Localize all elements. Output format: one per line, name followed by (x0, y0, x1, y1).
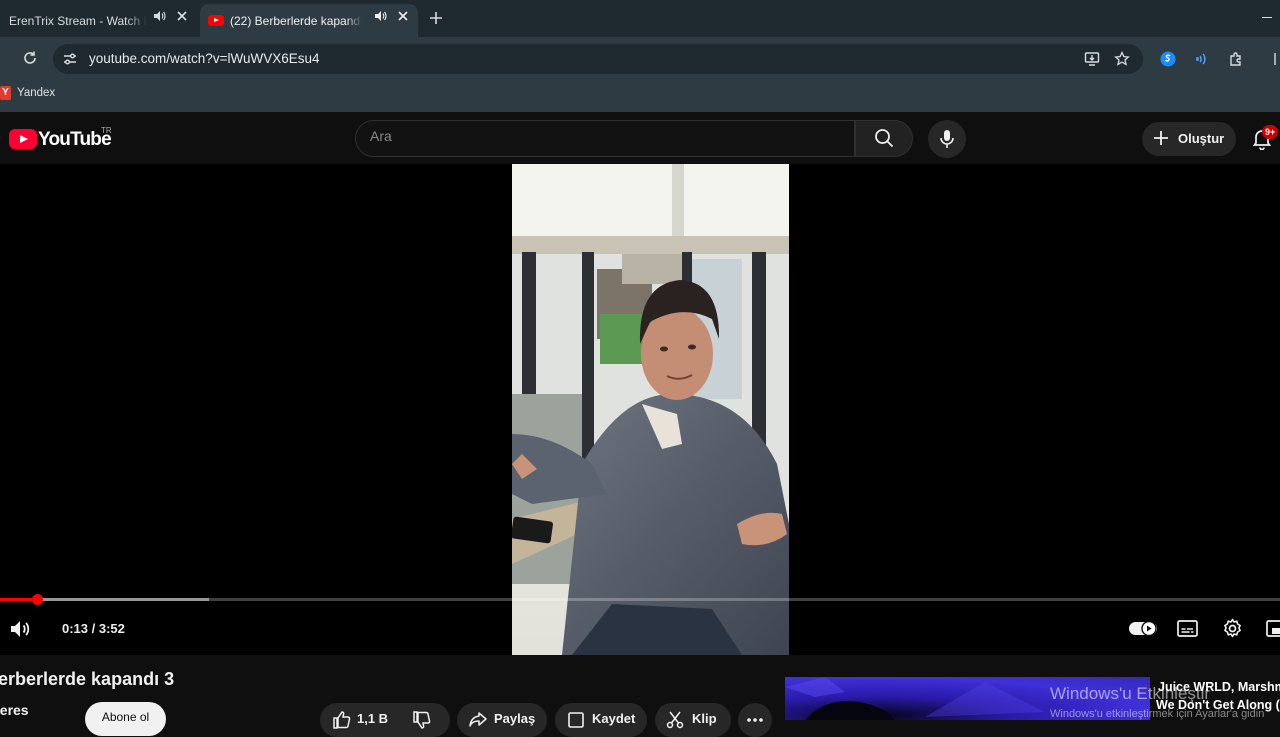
save-label: Kaydet (592, 711, 636, 726)
thumbs-down-icon[interactable] (412, 710, 432, 730)
plus-icon[interactable] (1152, 129, 1170, 147)
microphone-icon[interactable] (938, 129, 956, 149)
bookmarks-bar (0, 81, 1280, 112)
bookmark-star-icon[interactable] (1114, 51, 1130, 67)
extensions-puzzle-icon[interactable] (1228, 51, 1244, 67)
tab-audio-icon[interactable] (152, 9, 166, 23)
youtube-logo-icon[interactable] (9, 129, 37, 149)
progress-scrubber[interactable] (32, 594, 44, 605)
save-button[interactable]: Kaydet (555, 703, 647, 737)
more-horizontal-icon (747, 718, 763, 722)
thumbs-up-icon[interactable] (332, 710, 352, 730)
video-picture (512, 164, 789, 655)
video-title: Berberlerde kapandı 3 (0, 669, 175, 689)
shazam-extension-icon[interactable] (1160, 51, 1176, 67)
save-icon (568, 712, 584, 728)
new-tab-icon[interactable] (428, 10, 444, 26)
youtube-logo-text[interactable]: YouTube (38, 129, 112, 151)
tab-title: (22) Berberlerde kapandı 3 (230, 13, 362, 28)
tab-erentrix-stream[interactable]: ErenTrix Stream - Watch Live (0, 4, 196, 37)
more-actions-button[interactable] (738, 703, 772, 737)
yandex-favicon-icon: Y (0, 86, 11, 100)
tab-title: ErenTrix Stream - Watch Live (9, 13, 147, 28)
site-info-icon[interactable] (62, 51, 78, 67)
create-label[interactable]: Oluştur (1178, 131, 1224, 146)
youtube-favicon-icon (208, 15, 224, 26)
search-input[interactable]: Ara (370, 128, 392, 144)
minimize-window-icon[interactable] (1262, 17, 1272, 18)
miniplayer-icon[interactable] (1266, 619, 1280, 638)
share-label: Paylaş (494, 711, 536, 726)
time-display: 0:13 / 3:52 (62, 621, 125, 636)
read-aloud-extension-icon[interactable] (1194, 51, 1210, 67)
share-button[interactable]: Paylaş (457, 703, 547, 737)
bookmark-yandex[interactable]: Yandex (17, 87, 55, 99)
install-app-icon[interactable] (1084, 51, 1100, 67)
settings-gear-icon[interactable] (1222, 618, 1243, 639)
url-text[interactable]: youtube.com/watch?v=lWuWVX6Esu4 (89, 51, 320, 66)
like-count: 1,1 B (357, 711, 389, 726)
reload-icon[interactable] (22, 50, 38, 66)
windows-activation-subtitle: Windows'u etkinleştirmek için Ayarlar'a … (1050, 708, 1265, 720)
clip-label: Klip (692, 711, 717, 726)
windows-activation-title: Windows'u Etkinleştir (1050, 684, 1211, 703)
search-icon[interactable] (874, 128, 894, 148)
country-code: TR (101, 126, 112, 135)
video-frame[interactable] (512, 164, 789, 655)
scissors-icon (666, 711, 684, 729)
video-player[interactable]: 0:13 / 3:52 (0, 164, 1280, 655)
notification-count-badge: 9+ (1262, 125, 1279, 139)
tab-audio-icon[interactable] (373, 9, 387, 23)
like-dislike-button-group[interactable]: 1,1 B (320, 703, 450, 737)
volume-icon[interactable] (9, 618, 33, 640)
subscribe-button[interactable]: Abone ol (85, 702, 166, 736)
channel-name[interactable]: Hiveres (0, 702, 29, 718)
autoplay-toggle[interactable] (1129, 621, 1157, 636)
split-view-icon[interactable] (1270, 51, 1280, 67)
subtitles-icon[interactable] (1177, 619, 1198, 638)
tab-close-icon[interactable] (175, 9, 189, 23)
search-box[interactable] (355, 120, 855, 157)
share-icon (469, 712, 487, 727)
tab-close-icon[interactable] (396, 9, 410, 23)
clip-button[interactable]: Klip (655, 703, 731, 737)
